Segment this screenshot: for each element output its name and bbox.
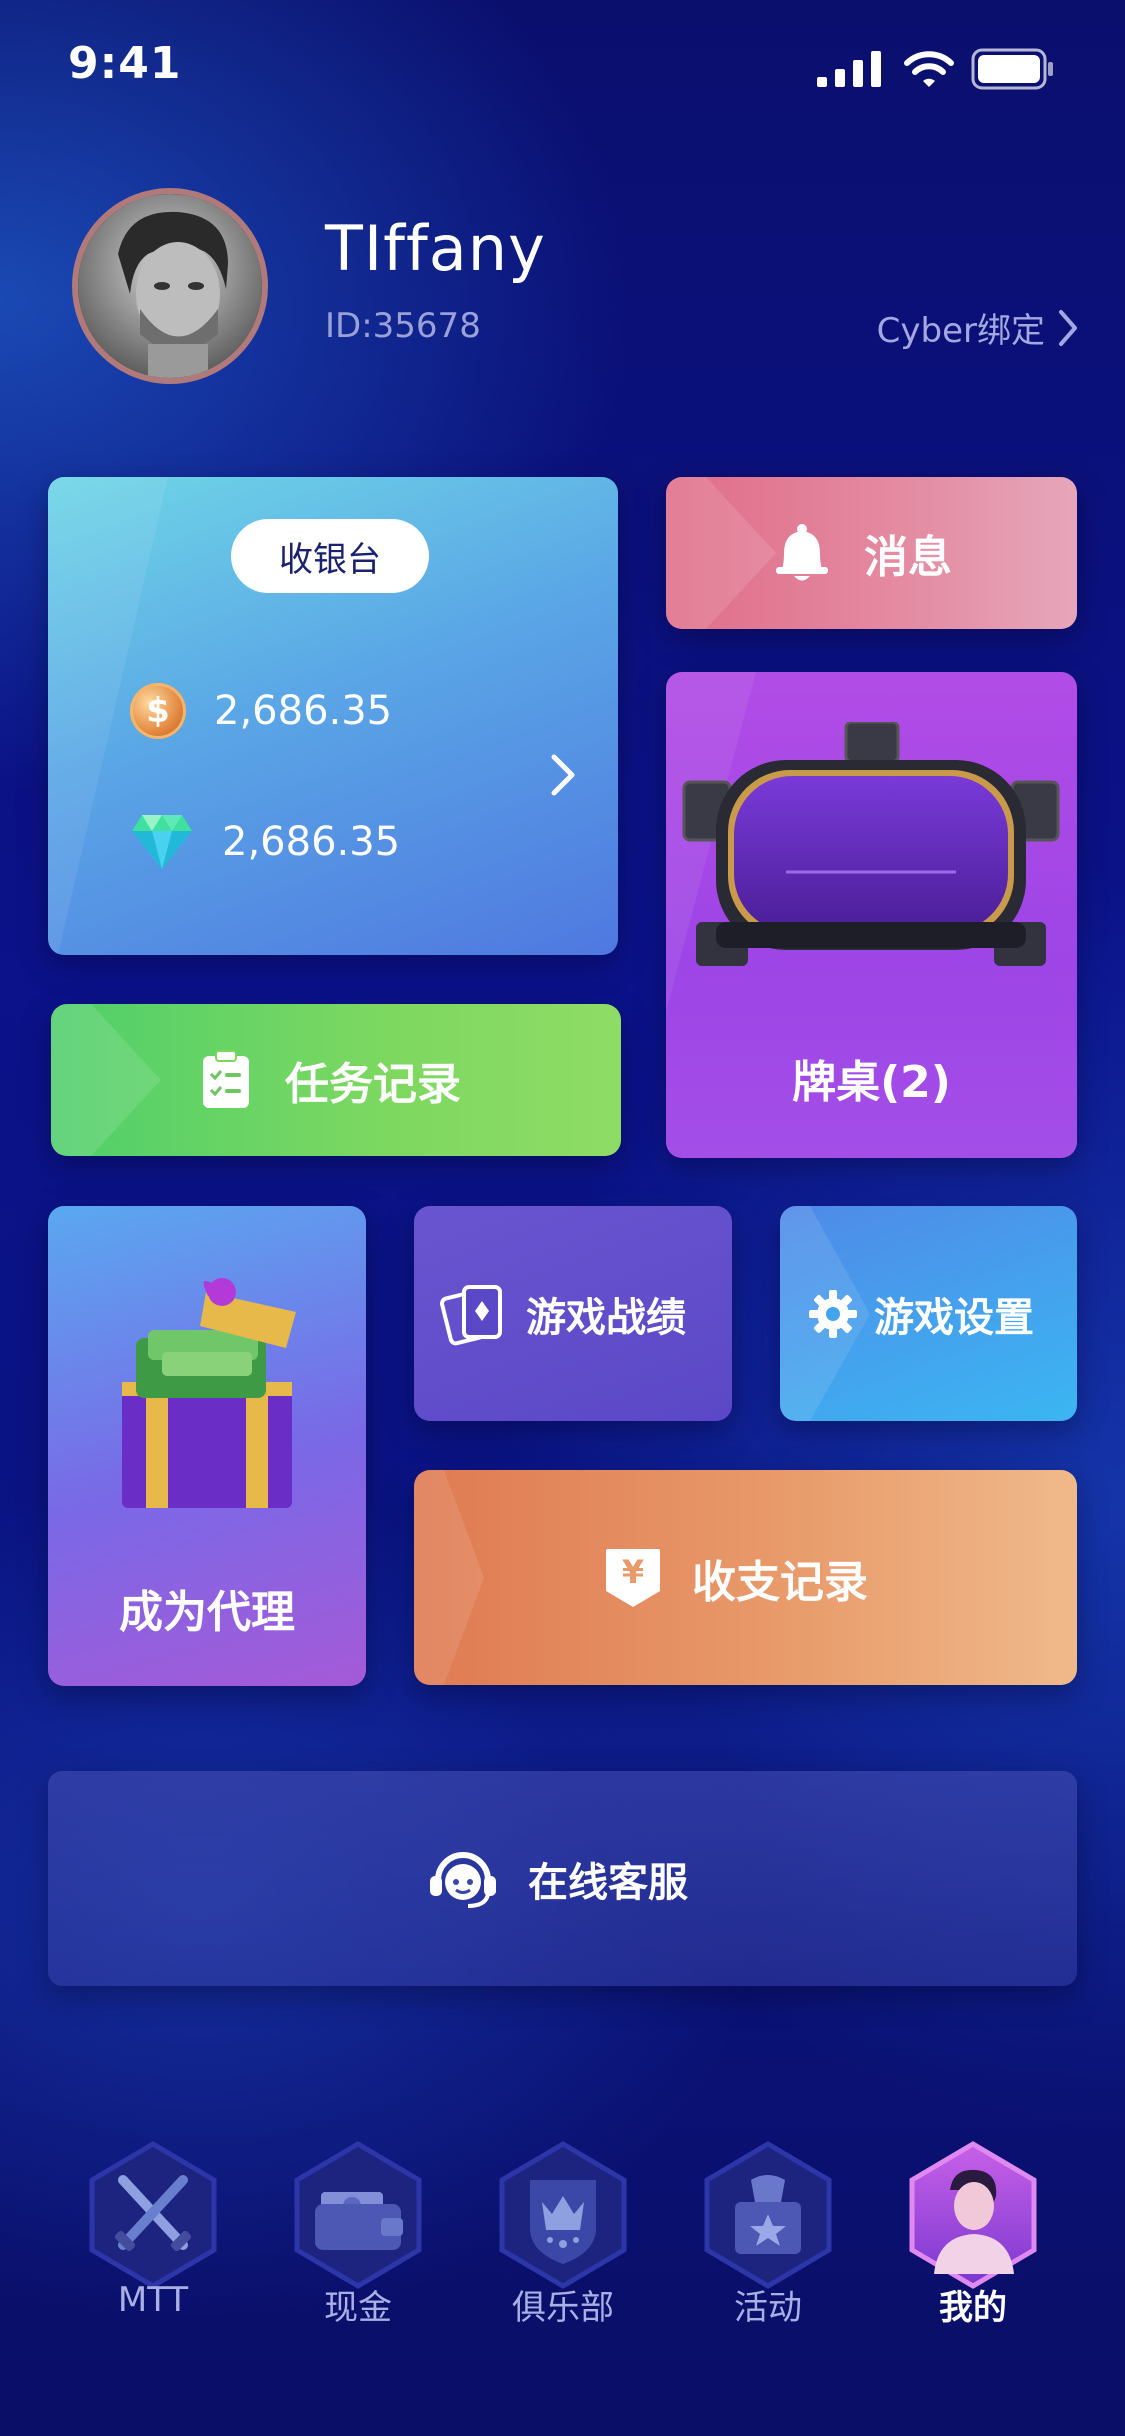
- user-avatar[interactable]: [72, 188, 268, 384]
- online-service-content: 在线客服: [428, 1771, 688, 1986]
- user-avatar-icon: [909, 2141, 1037, 2289]
- card-decoration: [51, 1004, 161, 1156]
- income-record-label: 收支记录: [692, 1556, 868, 1608]
- income-record-card[interactable]: ¥ 收支记录: [414, 1470, 1077, 1685]
- nav-item-cash[interactable]: 现金: [278, 2140, 438, 2340]
- game-settings-content: 游戏设置: [808, 1206, 1034, 1421]
- crown-shield-icon: [499, 2141, 627, 2289]
- yuan-symbol: ¥: [621, 1552, 645, 1591]
- coin-balance-row: $ 2,686.35: [130, 683, 392, 739]
- chevron-right-icon: [551, 754, 575, 796]
- task-record-label: 任务记录: [285, 1059, 461, 1110]
- diamond-balance-row: 2,686.35: [130, 813, 400, 871]
- yuan-receipt-icon: ¥: [604, 1547, 662, 1609]
- game-record-card[interactable]: 游戏战绩: [414, 1206, 732, 1421]
- task-record-card[interactable]: 任务记录: [51, 1004, 621, 1156]
- nav-label-cash: 现金: [324, 2288, 392, 2328]
- game-settings-card[interactable]: 游戏设置: [780, 1206, 1077, 1421]
- wallet-icon: [294, 2141, 422, 2289]
- messages-content: 消息: [774, 477, 952, 629]
- nav-label-club: 俱乐部: [512, 2288, 614, 2328]
- income-record-content: ¥ 收支记录: [604, 1470, 868, 1685]
- diamond-balance: 2,686.35: [222, 819, 401, 865]
- nav-item-club[interactable]: 俱乐部: [483, 2140, 643, 2340]
- poker-table-icon: [682, 722, 1060, 966]
- cyber-bind-link[interactable]: Cyber绑定: [877, 303, 1079, 352]
- user-id: ID:35678: [325, 306, 481, 346]
- gift-star-icon: [704, 2141, 832, 2289]
- cashier-card[interactable]: 收银台 $ 2,686.35 2,686.35: [48, 477, 618, 955]
- clipboard-check-icon: [203, 1050, 249, 1108]
- cashier-title-pill: 收银台: [231, 519, 429, 593]
- game-record-label: 游戏战绩: [526, 1294, 686, 1341]
- bottom-nav: MTT 现金 俱乐部 活动 我的: [0, 2140, 1125, 2340]
- bell-icon: [776, 524, 828, 581]
- task-record-content: 任务记录: [201, 1004, 461, 1156]
- status-icons: [817, 48, 1055, 90]
- nav-label-activity: 活动: [734, 2288, 802, 2328]
- game-record-content: 游戏战绩: [440, 1206, 686, 1421]
- nav-item-mine[interactable]: 我的: [893, 2140, 1053, 2340]
- playing-cards-icon: [440, 1284, 502, 1345]
- card-decoration: [666, 477, 776, 629]
- online-service-card[interactable]: 在线客服: [48, 1771, 1077, 1986]
- signal-icon: [817, 51, 881, 87]
- become-agent-card[interactable]: 成为代理: [48, 1206, 366, 1686]
- gift-box-icon: [122, 1278, 296, 1508]
- cyber-bind-label: Cyber绑定: [876, 311, 1045, 351]
- coin-icon: $: [130, 683, 186, 739]
- status-time: 9:41: [68, 38, 182, 89]
- messages-card[interactable]: 消息: [666, 477, 1077, 629]
- headset-support-icon: [430, 1851, 496, 1908]
- tables-card[interactable]: 牌桌(2): [666, 672, 1077, 1158]
- messages-label: 消息: [864, 532, 952, 583]
- swords-icon: [89, 2141, 217, 2289]
- nav-item-activity[interactable]: 活动: [688, 2140, 848, 2340]
- gear-icon: [809, 1289, 857, 1338]
- diamond-icon: [132, 815, 192, 869]
- nav-item-mtt[interactable]: MTT: [73, 2140, 233, 2340]
- battery-icon: [971, 48, 1053, 90]
- coin-balance: 2,686.35: [214, 688, 393, 734]
- game-settings-label: 游戏设置: [874, 1294, 1034, 1341]
- chevron-right-icon: [1059, 309, 1077, 346]
- nav-label-mine: 我的: [939, 2288, 1007, 2328]
- nav-label-mtt: MTT: [117, 2280, 189, 2320]
- tables-label: 牌桌(2): [792, 1057, 951, 1108]
- wifi-icon: [904, 51, 954, 87]
- online-service-label: 在线客服: [528, 1859, 688, 1906]
- username: TIffany: [325, 212, 546, 285]
- card-decoration: [414, 1470, 484, 1685]
- become-agent-label: 成为代理: [119, 1587, 295, 1638]
- avatar-portrait-icon: [78, 194, 262, 378]
